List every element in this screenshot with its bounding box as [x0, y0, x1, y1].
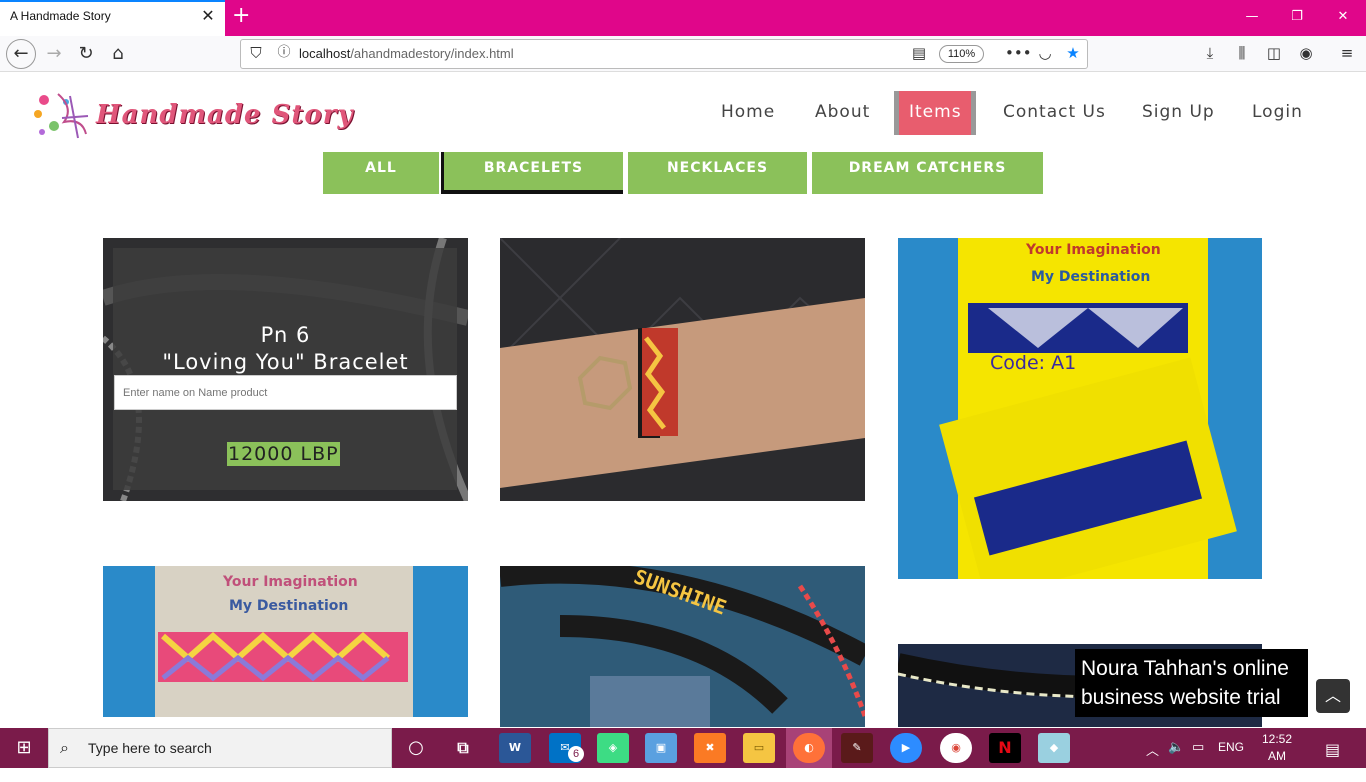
- search-icon: ⌕: [60, 738, 69, 757]
- battery-icon[interactable]: ▭: [1192, 740, 1204, 755]
- account-icon[interactable]: ◉: [1294, 42, 1318, 64]
- file-explorer-icon[interactable]: ▭: [743, 733, 775, 763]
- info-icon[interactable]: ⓘ: [272, 42, 296, 64]
- chrome-icon[interactable]: ◉: [940, 733, 972, 763]
- forward-arrow-icon[interactable]: →: [40, 41, 68, 67]
- card4-slogan-1: Your Imagination: [223, 574, 358, 590]
- taskbar-search-placeholder[interactable]: Type here to search: [88, 740, 212, 756]
- volume-icon[interactable]: 🔈: [1168, 740, 1184, 755]
- bracelet-photo-3: [898, 238, 1262, 579]
- shield-icon[interactable]: ⛉: [244, 42, 268, 64]
- product-name: Pn 6 "Loving You" Bracelet: [162, 323, 409, 374]
- cortana-icon[interactable]: ○: [400, 733, 432, 763]
- tab-close-icon[interactable]: ✕: [199, 7, 217, 25]
- sidebar-icon[interactable]: ◫: [1262, 42, 1286, 64]
- engrave-name-input[interactable]: [114, 375, 457, 410]
- scroll-to-top-icon[interactable]: ︿: [1316, 679, 1350, 713]
- zoom-level-badge[interactable]: 110%: [939, 45, 984, 63]
- reader-view-icon[interactable]: ▤: [907, 42, 931, 64]
- firefox-icon[interactable]: ◐: [793, 733, 825, 763]
- page-actions-icon[interactable]: •••: [1005, 42, 1032, 64]
- windows-start-icon[interactable]: ⊞: [0, 728, 48, 768]
- minimize-button[interactable]: —: [1232, 6, 1272, 28]
- menu-contact-us[interactable]: Contact Us: [1003, 102, 1106, 122]
- word-icon[interactable]: W: [499, 733, 531, 763]
- menu-sign-up[interactable]: Sign Up: [1142, 102, 1215, 122]
- reload-icon[interactable]: ↻: [72, 41, 100, 67]
- card4-slogan-2: My Destination: [229, 598, 349, 614]
- bookmark-star-icon[interactable]: ★: [1061, 42, 1085, 64]
- bracelet-photo-2: [500, 238, 865, 501]
- xampp-icon[interactable]: ✖: [694, 733, 726, 763]
- url-text[interactable]: localhost/ahandmadestory/index.html: [299, 46, 514, 61]
- android-studio-icon[interactable]: ◈: [597, 733, 629, 763]
- card3-slogan-1: Your Imagination: [1026, 242, 1161, 258]
- card3-code: Code: A1: [990, 352, 1077, 374]
- back-arrow-icon[interactable]: ←: [6, 39, 36, 69]
- clock[interactable]: 12:52 AM 5/7/2020: [1252, 731, 1302, 782]
- zoom-icon[interactable]: ▶: [890, 733, 922, 763]
- category-necklaces-button[interactable]: NECKLACES: [628, 152, 807, 194]
- menu-about[interactable]: About: [815, 102, 870, 122]
- menu-login[interactable]: Login: [1252, 102, 1303, 122]
- download-icon[interactable]: ⤓: [1198, 42, 1222, 64]
- pocket-icon[interactable]: ◡: [1033, 42, 1057, 64]
- app-icon[interactable]: ◆: [1038, 733, 1070, 763]
- virtualbox-icon[interactable]: ▣: [645, 733, 677, 763]
- window-close-button[interactable]: ✕: [1323, 6, 1363, 28]
- library-icon[interactable]: ⫼: [1230, 42, 1254, 64]
- site-tooltip: Noura Tahhan's online business website t…: [1075, 649, 1308, 717]
- restore-button[interactable]: ❐: [1277, 6, 1317, 28]
- category-bracelets-button[interactable]: BRACELETS: [441, 152, 623, 194]
- product-card-3[interactable]: [898, 238, 1262, 579]
- task-view-icon[interactable]: ⧉: [447, 733, 479, 763]
- category-dream-catchers-button[interactable]: DREAM CATCHERS: [812, 152, 1043, 194]
- product-price: 12000 LBP: [227, 442, 340, 466]
- language-indicator[interactable]: ENG: [1218, 740, 1244, 754]
- tab-title: A Handmade Story: [10, 9, 111, 23]
- new-tab-button[interactable]: +: [232, 4, 252, 28]
- menu-hamburger-icon[interactable]: ≡: [1335, 42, 1359, 64]
- category-all-button[interactable]: ALL: [323, 152, 439, 194]
- menu-items[interactable]: Items: [909, 102, 962, 122]
- app-icon[interactable]: ✎: [841, 733, 873, 763]
- card3-slogan-2: My Destination: [1031, 269, 1151, 285]
- logo-text[interactable]: Handmade Story: [96, 100, 354, 130]
- netflix-icon[interactable]: N: [989, 733, 1021, 763]
- product-card-2[interactable]: [500, 238, 865, 501]
- notifications-icon[interactable]: ▤: [1325, 740, 1340, 759]
- mail-badge: 6: [568, 746, 584, 762]
- home-icon[interactable]: ⌂: [104, 41, 132, 67]
- tray-chevron-icon[interactable]: ︿: [1146, 740, 1159, 759]
- menu-home[interactable]: Home: [721, 102, 775, 122]
